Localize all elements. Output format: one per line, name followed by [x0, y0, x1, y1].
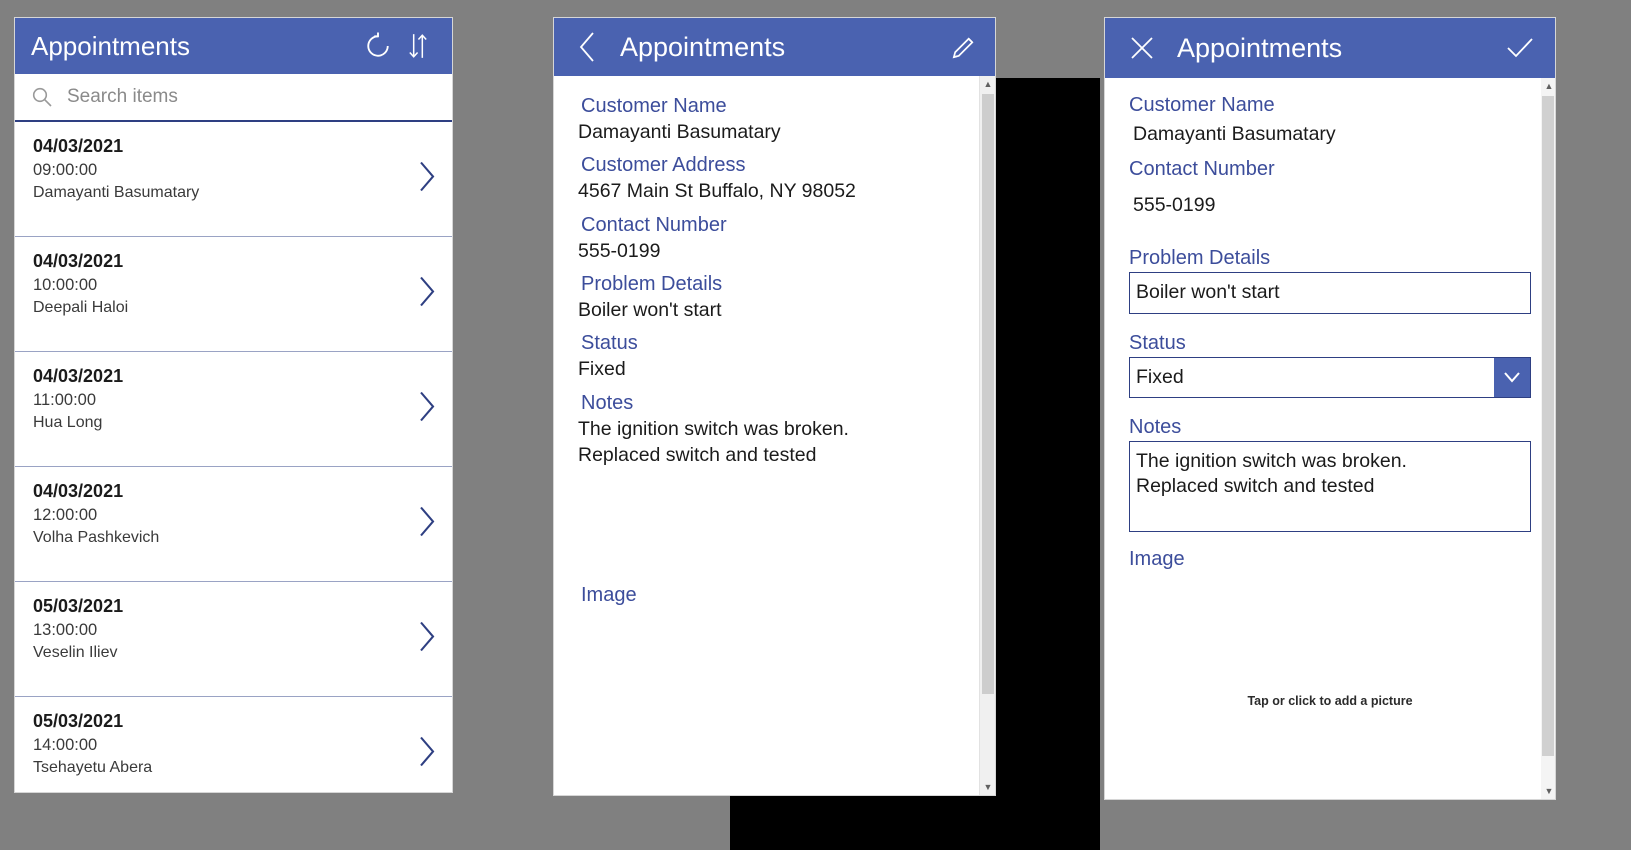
screenshot-stage: Appointments Search items 04/03/2021 09:…: [0, 0, 1631, 850]
appointment-date: 05/03/2021: [33, 711, 124, 731]
appointment-date: 04/03/2021: [33, 366, 124, 386]
problem-details-label: Problem Details: [1129, 247, 1271, 269]
edit-form: Customer Name Damayanti Basumatary Conta…: [1105, 78, 1555, 799]
customer-name-value: Damayanti Basumatary: [1133, 123, 1336, 145]
detail-field-value: The ignition switch was broken. Replaced…: [578, 417, 849, 466]
customer-name-label: Customer Name: [1129, 94, 1275, 116]
image-upload-area[interactable]: Tap or click to add a picture: [1129, 572, 1531, 758]
status-label: Status: [1129, 331, 1186, 354]
edit-titlebar: Appointments: [1105, 18, 1555, 78]
detail-field-value: Boiler won't start: [578, 298, 722, 321]
appointment-customer: Hua Long: [33, 414, 103, 432]
appointment-customer: Deepali Haloi: [33, 299, 129, 317]
chevron-left-icon[interactable]: [572, 27, 604, 67]
search-bar[interactable]: Search items: [15, 74, 452, 122]
detail-title: Appointments: [620, 31, 786, 62]
appointment-date: 04/03/2021: [33, 251, 124, 271]
browse-titlebar: Appointments: [15, 18, 452, 74]
scroll-thumb[interactable]: [982, 94, 994, 694]
detail-screen-panel: Appointments Customer Name Damayanti Basu…: [553, 17, 996, 796]
detail-field-label: Notes: [581, 391, 634, 414]
appointment-time: 12:00:00: [33, 505, 98, 524]
scroll-up-icon[interactable]: ▲: [980, 76, 995, 92]
notes-input[interactable]: The ignition switch was broken. Replaced…: [1129, 440, 1531, 532]
edit-scroll-up-icon[interactable]: ▲: [1541, 78, 1555, 94]
appointment-date: 04/03/2021: [33, 136, 124, 156]
status-value: Fixed: [1136, 365, 1184, 388]
detail-field-value: 555-0199: [578, 239, 661, 262]
edit-screen-panel: Appointments Customer Name Damayanti Bas…: [1104, 17, 1556, 800]
appointment-list-item[interactable]: 04/03/2021 12:00:00 Volha Pashkevich: [15, 467, 452, 582]
detail-field-value: Damayanti Basumatary: [578, 121, 781, 143]
appointment-time: 11:00:00: [33, 390, 97, 409]
browse-screen-panel: Appointments Search items 04/03/2021 09:…: [14, 17, 453, 793]
edit-scroll-down-icon[interactable]: ▼: [1541, 783, 1555, 799]
contact-number-value: 555-0199: [1133, 194, 1216, 216]
detail-fields: Customer Name Damayanti Basumatary Custome…: [554, 76, 995, 795]
detail-field-label: Status: [581, 332, 638, 355]
check-icon[interactable]: [1499, 28, 1541, 68]
chevron-down-icon[interactable]: [1494, 357, 1530, 397]
edit-scrollbar[interactable]: ▲ ▼: [1541, 78, 1555, 799]
detail-scrollbar[interactable]: ▲ ▼: [979, 76, 995, 795]
close-icon[interactable]: [1125, 28, 1159, 68]
detail-field-value: Fixed: [578, 358, 626, 381]
appointment-list-item[interactable]: 05/03/2021 14:00:00 Tsehayetu Abera: [15, 697, 452, 792]
notes-label: Notes: [1129, 415, 1182, 438]
appointment-time: 14:00:00: [33, 735, 98, 754]
appointment-list-item[interactable]: 04/03/2021 11:00:00 Hua Long: [15, 352, 452, 467]
chevron-right-icon[interactable]: [416, 274, 438, 315]
sort-icon[interactable]: [398, 26, 438, 66]
appointments-gallery: 04/03/2021 09:00:00 Damayanti Basumatary 04…: [15, 122, 452, 792]
detail-field-label: Customer Name: [581, 95, 727, 117]
edit-title: Appointments: [1177, 32, 1343, 63]
appointment-time: 13:00:00: [33, 620, 98, 639]
detail-titlebar: Appointments: [554, 18, 995, 76]
appointment-customer: Volha Pashkevich: [33, 529, 160, 547]
appointment-time: 10:00:00: [33, 275, 98, 294]
browse-title: Appointments: [31, 30, 190, 61]
appointment-list-item[interactable]: 05/03/2021 13:00:00 Veselin Iliev: [15, 582, 452, 697]
image-label: Image: [1129, 547, 1185, 570]
chevron-right-icon[interactable]: [416, 389, 438, 430]
image-upload-hint: Tap or click to add a picture: [1247, 693, 1413, 708]
appointment-list-item[interactable]: 04/03/2021 09:00:00 Damayanti Basumatary: [15, 122, 452, 237]
scroll-down-icon[interactable]: ▼: [980, 779, 995, 795]
status-dropdown[interactable]: Fixed: [1129, 356, 1531, 398]
appointment-date: 04/03/2021: [33, 481, 124, 501]
chevron-right-icon[interactable]: [416, 504, 438, 545]
search-input[interactable]: Search items: [67, 86, 178, 108]
detail-field-value: 4567 Main St Buffalo, NY 98052: [578, 180, 856, 203]
edit-scroll-thumb[interactable]: [1542, 96, 1554, 756]
appointment-customer: Tsehayetu Abera: [33, 759, 153, 777]
detail-field-label: Customer Address: [581, 154, 746, 177]
refresh-icon[interactable]: [358, 26, 398, 66]
chevron-right-icon[interactable]: [416, 159, 438, 200]
search-icon: [31, 86, 53, 108]
detail-field-label: Contact Number: [581, 213, 727, 236]
appointment-customer: Damayanti Basumatary: [33, 184, 200, 202]
appointment-customer: Veselin Iliev: [33, 644, 118, 662]
detail-image-label: Image: [581, 584, 637, 607]
pencil-icon[interactable]: [943, 27, 983, 67]
chevron-right-icon[interactable]: [416, 734, 438, 775]
appointment-time: 09:00:00: [33, 160, 98, 179]
detail-field-label: Problem Details: [581, 272, 723, 295]
problem-details-input[interactable]: Boiler won't start: [1129, 272, 1531, 314]
appointment-date: 05/03/2021: [33, 596, 124, 616]
appointment-list-item[interactable]: 04/03/2021 10:00:00 Deepali Haloi: [15, 237, 452, 352]
chevron-right-icon[interactable]: [416, 619, 438, 660]
contact-number-label: Contact Number: [1129, 158, 1275, 180]
